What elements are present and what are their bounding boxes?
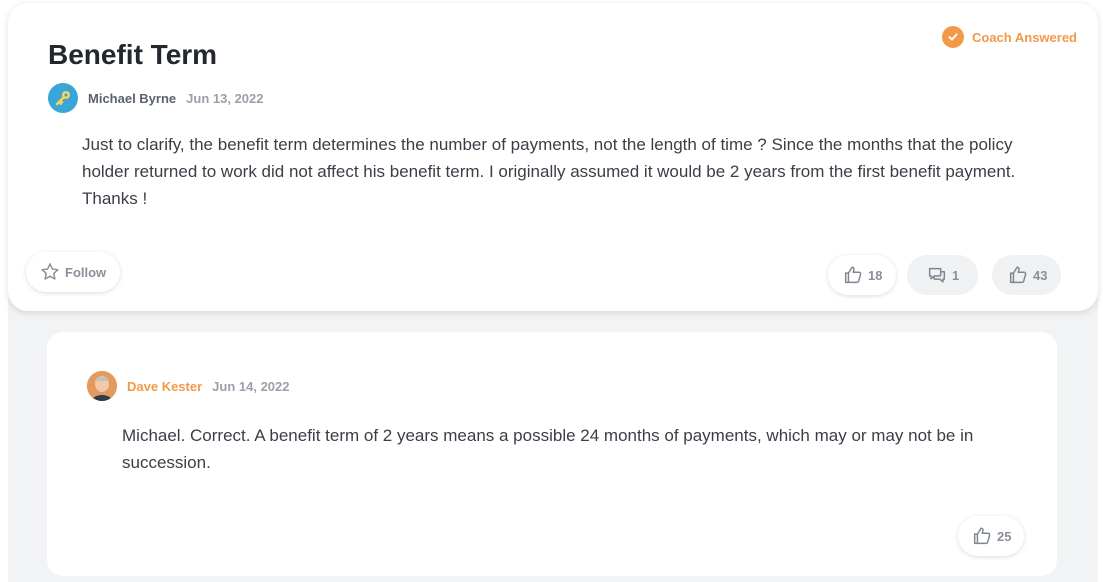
author-name[interactable]: Michael Byrne xyxy=(88,91,176,106)
comment-count: 1 xyxy=(952,267,960,283)
helpful-count: 43 xyxy=(1033,267,1048,283)
thumbs-up-icon xyxy=(844,266,862,284)
reply-body: Michael. Correct. A benefit term of 2 ye… xyxy=(122,426,974,472)
follow-button[interactable]: Follow xyxy=(26,252,121,292)
question-card: Coach Answered Benefit Term Michael Byrn… xyxy=(8,3,1098,311)
coach-answered-badge: Coach Answered xyxy=(942,26,1077,48)
key-icon xyxy=(55,91,70,106)
follow-label: Follow xyxy=(65,264,107,280)
like-count: 18 xyxy=(868,267,883,283)
reply-like-count: 25 xyxy=(997,528,1012,544)
like-button[interactable]: 18 xyxy=(828,255,897,295)
comment-icon xyxy=(928,267,946,283)
avatar[interactable] xyxy=(48,83,78,113)
post-title: Benefit Term xyxy=(48,39,218,70)
reply-author-row: Dave Kester Jun 14, 2022 xyxy=(87,371,289,401)
avatar[interactable] xyxy=(87,371,117,401)
thumbs-up-icon xyxy=(1009,266,1027,284)
star-icon xyxy=(41,263,59,280)
comment-button[interactable]: 1 xyxy=(907,255,979,295)
post-date: Jun 13, 2022 xyxy=(186,90,264,106)
reply-author-name[interactable]: Dave Kester xyxy=(127,379,202,394)
reply-card: Dave Kester Jun 14, 2022 Michael. Correc… xyxy=(47,332,1057,576)
helpful-button[interactable]: 43 xyxy=(992,255,1062,295)
check-circle-icon xyxy=(942,26,964,48)
reply-like-button[interactable]: 25 xyxy=(958,516,1025,556)
post-body: Just to clarify, the benefit term determ… xyxy=(82,135,1016,208)
reply-date: Jun 14, 2022 xyxy=(212,378,290,394)
post-author-row: Michael Byrne Jun 13, 2022 xyxy=(48,83,263,113)
coach-answered-label: Coach Answered xyxy=(972,29,1077,45)
thumbs-up-icon xyxy=(973,527,991,545)
